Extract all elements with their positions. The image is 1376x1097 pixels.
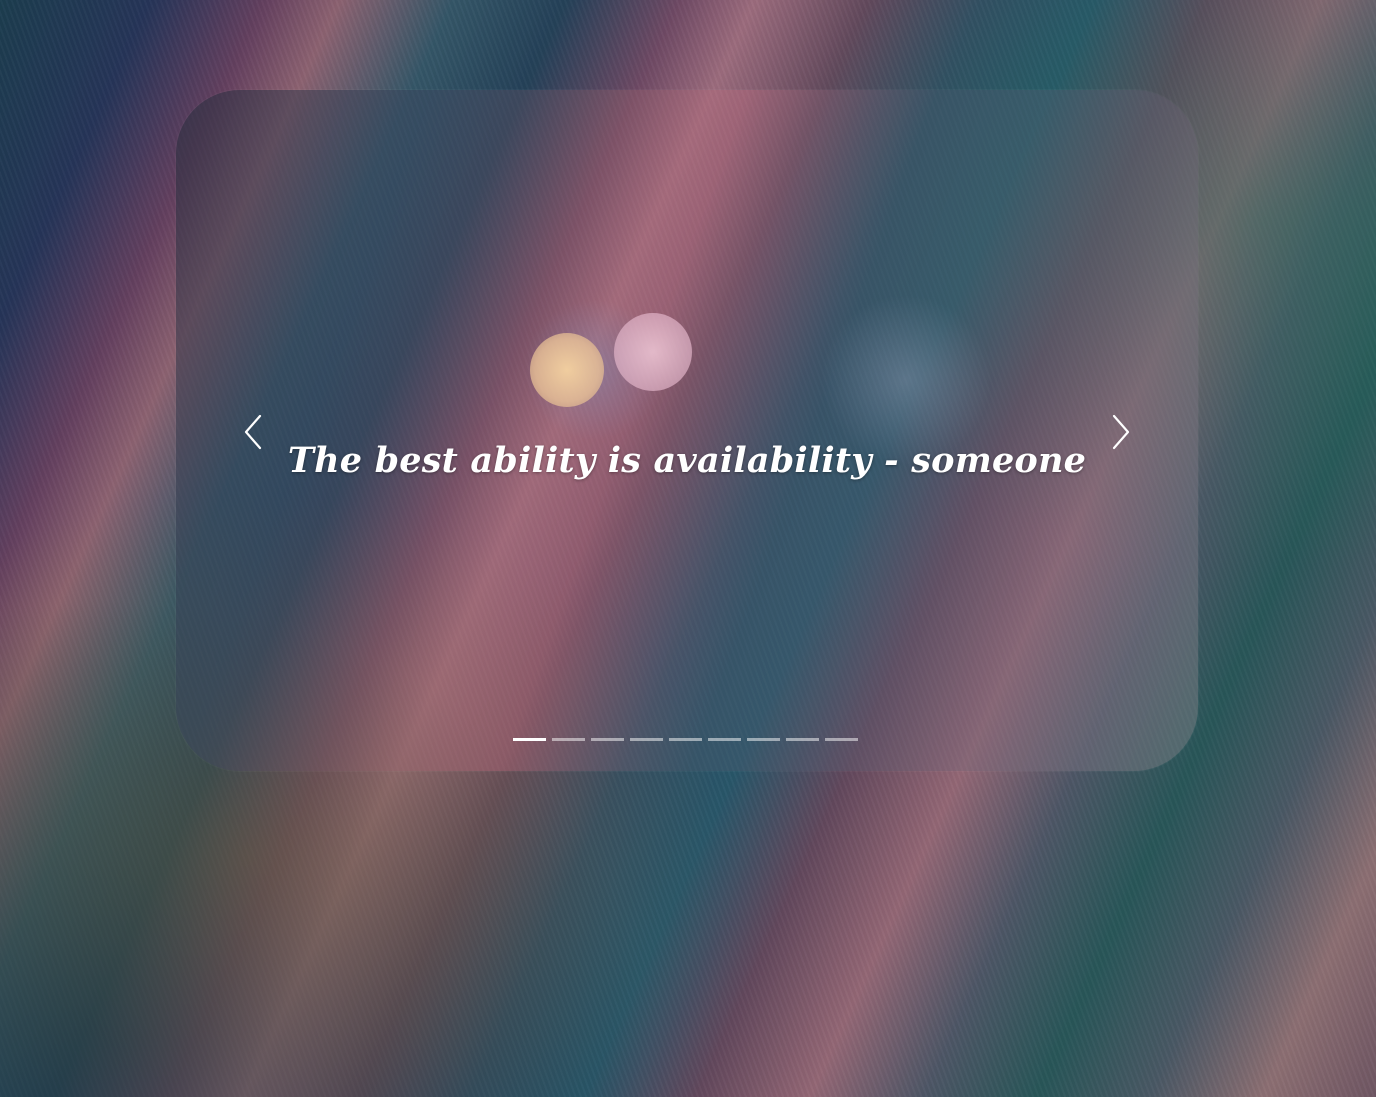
carousel-indicator[interactable] [630, 738, 663, 741]
carousel-indicator[interactable] [825, 738, 858, 741]
carousel-indicator[interactable] [786, 738, 819, 741]
bokeh-light [614, 313, 692, 391]
carousel-indicator[interactable] [669, 738, 702, 741]
carousel-quote-text: The best ability is availability - someo… [287, 440, 1087, 481]
carousel-indicator[interactable] [591, 738, 624, 741]
carousel-indicator[interactable] [513, 738, 546, 741]
carousel-slide-image [176, 90, 1198, 771]
bokeh-light [530, 333, 604, 407]
carousel-indicators [513, 738, 858, 741]
carousel-indicator[interactable] [552, 738, 585, 741]
carousel-indicator[interactable] [747, 738, 780, 741]
background-image: The best ability is availability - someo… [0, 0, 1376, 1097]
carousel-indicator[interactable] [708, 738, 741, 741]
